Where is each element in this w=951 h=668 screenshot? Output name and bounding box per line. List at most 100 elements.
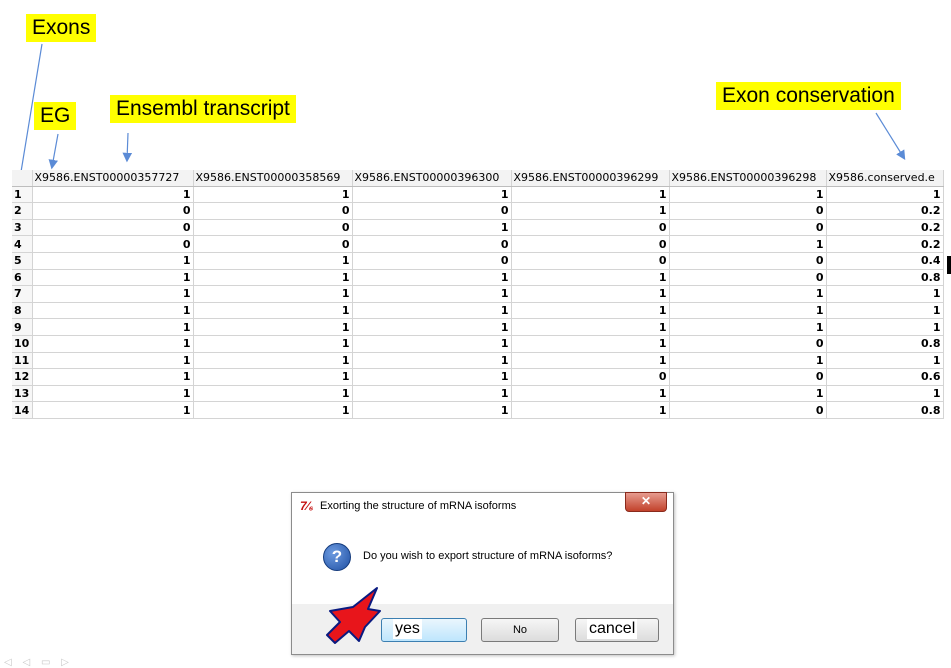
table-cell[interactable]: 0 (193, 219, 353, 237)
table-cell[interactable]: 0 (352, 252, 512, 270)
row-number[interactable]: 2 (12, 202, 33, 220)
table-cell[interactable]: 0.4 (826, 252, 944, 270)
table-cell[interactable]: 1 (32, 368, 194, 386)
row-number[interactable]: 11 (12, 352, 33, 370)
table-cell[interactable]: 0 (511, 235, 670, 253)
table-cell[interactable]: 1 (669, 302, 827, 320)
row-number[interactable]: 7 (12, 285, 33, 303)
table-cell[interactable]: 1 (32, 335, 194, 353)
table-cell[interactable]: 1 (352, 302, 512, 320)
table-cell[interactable]: 1 (193, 385, 353, 403)
table-cell[interactable]: 1 (32, 252, 194, 270)
table-cell[interactable]: 1 (511, 335, 670, 353)
table-cell[interactable]: 0 (193, 235, 353, 253)
table-cell[interactable]: 1 (32, 401, 194, 419)
column-header[interactable]: X9586.conserved.e (826, 170, 944, 187)
table-cell[interactable]: 1 (193, 269, 353, 287)
table-cell[interactable]: 0.2 (826, 202, 944, 220)
table-cell[interactable]: 0.8 (826, 335, 944, 353)
table-cell[interactable]: 0.8 (826, 401, 944, 419)
corner-header[interactable] (12, 170, 33, 187)
table-cell[interactable]: 1 (193, 352, 353, 370)
table-cell[interactable]: 1 (193, 401, 353, 419)
row-number[interactable]: 6 (12, 269, 33, 287)
column-header[interactable]: X9586.ENST00000396299 (511, 170, 670, 187)
table-cell[interactable]: 0 (32, 202, 194, 220)
table-cell[interactable]: 1 (352, 186, 512, 204)
table-cell[interactable]: 1 (511, 269, 670, 287)
table-cell[interactable]: 0 (669, 401, 827, 419)
table-cell[interactable]: 0 (32, 235, 194, 253)
table-cell[interactable]: 1 (511, 285, 670, 303)
table-cell[interactable]: 1 (32, 269, 194, 287)
row-number[interactable]: 3 (12, 219, 33, 237)
table-cell[interactable]: 1 (352, 352, 512, 370)
table-cell[interactable]: 1 (193, 335, 353, 353)
table-cell[interactable]: 1 (352, 335, 512, 353)
row-number[interactable]: 13 (12, 385, 33, 403)
table-cell[interactable]: 1 (511, 401, 670, 419)
table-cell[interactable]: 1 (826, 385, 944, 403)
table-cell[interactable]: 1 (352, 368, 512, 386)
table-cell[interactable]: 0 (669, 219, 827, 237)
row-number[interactable]: 10 (12, 335, 33, 353)
table-cell[interactable]: 1 (511, 318, 670, 336)
table-cell[interactable]: 0 (511, 368, 670, 386)
table-cell[interactable]: 0 (352, 202, 512, 220)
table-cell[interactable]: 1 (511, 186, 670, 204)
table-cell[interactable]: 0 (669, 269, 827, 287)
table-cell[interactable]: 0 (669, 202, 827, 220)
table-cell[interactable]: 1 (669, 186, 827, 204)
table-cell[interactable]: 1 (511, 385, 670, 403)
table-cell[interactable]: 1 (32, 285, 194, 303)
table-cell[interactable]: 1 (669, 385, 827, 403)
table-cell[interactable]: 1 (511, 202, 670, 220)
table-cell[interactable]: 0 (511, 252, 670, 270)
table-cell[interactable]: 0 (669, 252, 827, 270)
column-header[interactable]: X9586.ENST00000396300 (352, 170, 512, 187)
table-cell[interactable]: 1 (193, 368, 353, 386)
column-header[interactable]: X9586.ENST00000357727 (32, 170, 194, 187)
table-cell[interactable]: 0.8 (826, 269, 944, 287)
close-icon[interactable]: ✕ (625, 492, 667, 512)
table-cell[interactable]: 0 (511, 219, 670, 237)
table-cell[interactable]: 1 (193, 186, 353, 204)
row-number[interactable]: 14 (12, 401, 33, 419)
table-cell[interactable]: 0 (669, 335, 827, 353)
table-cell[interactable]: 1 (193, 252, 353, 270)
table-cell[interactable]: 0 (352, 235, 512, 253)
table-cell[interactable]: 0.2 (826, 219, 944, 237)
table-cell[interactable]: 1 (352, 401, 512, 419)
row-number[interactable]: 8 (12, 302, 33, 320)
table-cell[interactable]: 1 (826, 302, 944, 320)
table-cell[interactable]: 1 (32, 352, 194, 370)
table-cell[interactable]: 1 (826, 285, 944, 303)
table-cell[interactable]: 1 (669, 235, 827, 253)
table-cell[interactable]: 1 (511, 302, 670, 320)
table-cell[interactable]: 1 (193, 302, 353, 320)
table-cell[interactable]: 1 (193, 318, 353, 336)
table-cell[interactable]: 1 (193, 285, 353, 303)
table-cell[interactable]: 1 (32, 302, 194, 320)
row-number[interactable]: 9 (12, 318, 33, 336)
table-cell[interactable]: 1 (352, 318, 512, 336)
table-cell[interactable]: 0.2 (826, 235, 944, 253)
table-cell[interactable]: 1 (669, 352, 827, 370)
table-cell[interactable]: 1 (352, 285, 512, 303)
table-cell[interactable]: 0 (193, 202, 353, 220)
row-number[interactable]: 4 (12, 235, 33, 253)
table-cell[interactable]: 1 (352, 219, 512, 237)
table-cell[interactable]: 1 (669, 318, 827, 336)
row-number[interactable]: 5 (12, 252, 33, 270)
table-cell[interactable]: 1 (511, 352, 670, 370)
table-cell[interactable]: 1 (826, 318, 944, 336)
row-number[interactable]: 12 (12, 368, 33, 386)
table-cell[interactable]: 1 (32, 385, 194, 403)
table-cell[interactable]: 1 (352, 269, 512, 287)
no-button[interactable]: No (481, 618, 559, 642)
column-header[interactable]: X9586.ENST00000396298 (669, 170, 827, 187)
table-cell[interactable]: 0 (669, 368, 827, 386)
table-cell[interactable]: 0.6 (826, 368, 944, 386)
table-cell[interactable]: 1 (669, 285, 827, 303)
table-cell[interactable]: 1 (352, 385, 512, 403)
